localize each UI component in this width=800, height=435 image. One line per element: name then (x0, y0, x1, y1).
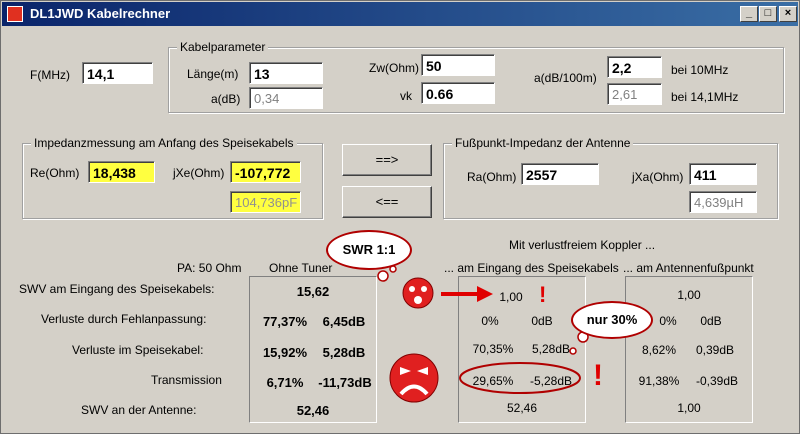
exclaim-mark-top: ! (539, 282, 547, 307)
app-window: DL1JWD Kabelrechner _ □ × F(MHz) 14,1 Ka… (0, 0, 800, 434)
sad-face-icon (389, 353, 439, 403)
nur-cloud: nur 30% (571, 301, 653, 339)
annotation-overlay (377, 265, 589, 403)
swr-cloud: SWR 1:1 (326, 230, 412, 270)
red-arrow-icon (441, 286, 493, 302)
small-face-icon (402, 277, 434, 309)
exclaim-mark-bottom: ! (593, 359, 603, 392)
transmission-ellipse (459, 362, 581, 394)
